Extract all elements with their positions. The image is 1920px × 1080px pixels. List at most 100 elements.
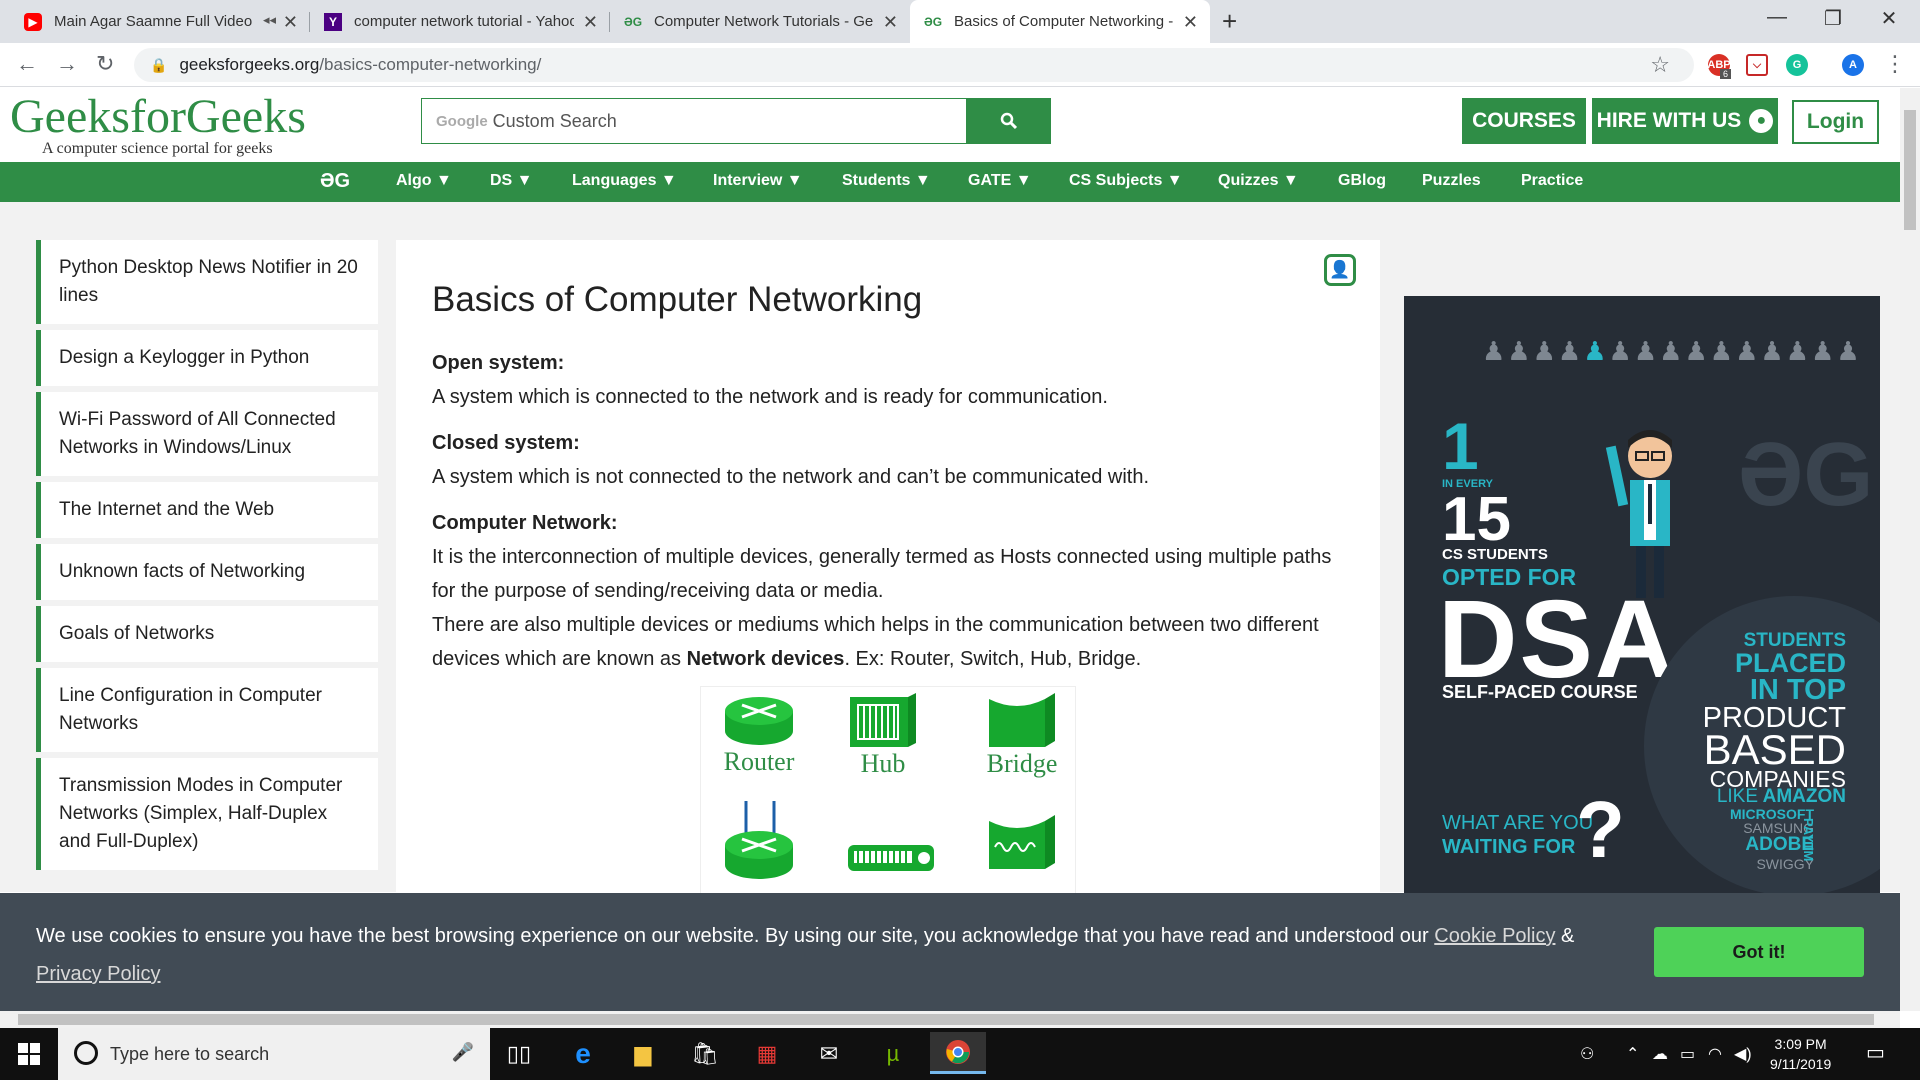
nav-item-cs-subjects[interactable]: CS Subjects ▼ — [1069, 172, 1183, 190]
profile-share-icon[interactable]: 👤 — [1324, 254, 1356, 286]
dsa-course-advert[interactable]: ♟♟♟♟♟♟♟♟♟♟♟♟♟♟♟ ƏG 1 IN EVERY 15 CS STUD… — [1404, 296, 1880, 896]
scroll-thumb[interactable] — [18, 1014, 1874, 1025]
url-host: geeksforgeeks.org — [179, 55, 320, 74]
utorrent-icon[interactable]: µ — [876, 1038, 910, 1070]
sidebar-item[interactable]: Wi-Fi Password of All Connected Networks… — [36, 392, 378, 476]
nav-item-puzzles[interactable]: Puzzles — [1422, 172, 1481, 190]
profile-avatar[interactable]: A — [1842, 54, 1864, 76]
sidebar-item[interactable]: Design a Keylogger in Python — [36, 330, 378, 386]
nav-item-interview[interactable]: Interview ▼ — [713, 172, 803, 190]
lock-icon: 🔒 — [150, 56, 168, 73]
notification-icon[interactable]: ▭ — [1866, 1040, 1885, 1065]
search-placeholder: Custom Search — [492, 110, 617, 131]
close-icon[interactable]: ✕ — [583, 12, 598, 33]
back-icon[interactable]: ← — [16, 51, 38, 77]
courses-button[interactable]: COURSES — [1462, 98, 1586, 144]
tab-title: computer network tutorial - Yahoo — [354, 13, 574, 30]
maximize-icon[interactable]: ❐ — [1808, 6, 1858, 31]
file-explorer-icon[interactable]: ▆ — [626, 1038, 660, 1070]
grammarly-icon[interactable]: G — [1786, 54, 1808, 76]
computer-network-heading: Computer Network: — [432, 512, 618, 534]
nav-item-algo[interactable]: Algo ▼ — [396, 172, 452, 190]
microphone-icon[interactable]: 🎤 — [452, 1042, 474, 1063]
mail-icon[interactable]: ✉ — [812, 1038, 846, 1070]
chevron-up-icon[interactable]: ⌃ — [1626, 1044, 1639, 1064]
switch-icon — [848, 845, 934, 871]
browser-menu-icon[interactable]: ⋮ — [1884, 51, 1906, 77]
windows-start-icon[interactable] — [0, 1028, 58, 1080]
gfg-icon: ƏG — [623, 14, 643, 29]
site-search-input[interactable]: Google Custom Search — [421, 98, 967, 144]
nav-item-quizzes[interactable]: Quizzes ▼ — [1218, 172, 1299, 190]
task-view-icon[interactable]: ▯▯ — [502, 1038, 536, 1070]
scroll-thumb[interactable] — [1904, 110, 1916, 230]
browser-tab[interactable]: ƏG Computer Network Tutorials - Ge ✕ — [610, 0, 910, 43]
router-figure: Router — [711, 693, 807, 777]
address-bar[interactable]: 🔒 geeksforgeeks.org/basics-computer-netw… — [134, 48, 1694, 82]
cookie-consent-bar: We use cookies to ensure you have the be… — [0, 893, 1900, 1011]
window-close-icon[interactable]: ✕ — [1864, 6, 1914, 31]
sidebar-item[interactable]: The Internet and the Web — [36, 482, 378, 538]
bookmark-star-icon[interactable]: ☆ — [1650, 52, 1670, 78]
wifi-icon[interactable]: ◠ — [1708, 1044, 1722, 1064]
onedrive-icon[interactable]: ☁ — [1652, 1044, 1668, 1064]
close-icon[interactable]: ✕ — [283, 12, 298, 33]
browser-tab-active[interactable]: ƏG Basics of Computer Networking - ✕ — [910, 0, 1210, 43]
nav-item-languages[interactable]: Languages ▼ — [572, 172, 677, 190]
sidebar-item[interactable]: Transmission Modes in Computer Networks … — [36, 758, 378, 870]
windows-taskbar: Type here to search 🎤 ▯▯ e ▆ 🛍 ▦ ✉ µ ⚇ ⌃… — [0, 1028, 1920, 1080]
minimize-icon[interactable]: — — [1752, 6, 1802, 29]
nav-logo-icon[interactable]: ƏG — [320, 170, 350, 193]
nav-item-ds[interactable]: DS ▼ — [490, 172, 533, 190]
search-button[interactable] — [966, 98, 1051, 144]
horizontal-scrollbar[interactable] — [0, 1011, 1900, 1028]
sidebar-item[interactable]: Goals of Networks — [36, 606, 378, 662]
nav-item-practice[interactable]: Practice — [1521, 172, 1583, 190]
ad-cs-students: CS STUDENTS — [1442, 546, 1548, 563]
people-icons: ♟♟♟♟♟♟♟♟♟♟♟♟♟♟♟ — [1482, 336, 1862, 366]
cookie-policy-link[interactable]: Cookie Policy — [1434, 925, 1555, 947]
browser-tab[interactable]: ▶ Main Agar Saamne Full Video ◂◂ ✕ — [10, 0, 310, 43]
closed-system-heading: Closed system: — [432, 432, 580, 454]
clock-time: 3:09 PM — [1774, 1036, 1827, 1052]
close-icon[interactable]: ✕ — [1183, 12, 1198, 33]
reload-icon[interactable]: ↻ — [96, 51, 114, 77]
sidebar-item[interactable]: Unknown facts of Networking — [36, 544, 378, 600]
nav-item-gate[interactable]: GATE ▼ — [968, 172, 1032, 190]
nav-item-gblog[interactable]: GBlog — [1338, 172, 1386, 190]
nav-item-students[interactable]: Students ▼ — [842, 172, 931, 190]
main-nav: ƏG Algo ▼ DS ▼ Languages ▼ Interview ▼ S… — [0, 162, 1900, 202]
vertical-scrollbar[interactable] — [1900, 88, 1920, 1011]
gift-icon[interactable]: ▦ — [750, 1038, 784, 1070]
browser-tab-strip: ▶ Main Agar Saamne Full Video ◂◂ ✕ Y com… — [0, 0, 1920, 43]
network-devices-text: There are also multiple devices or mediu… — [432, 614, 1319, 670]
privacy-policy-link[interactable]: Privacy Policy — [36, 963, 160, 985]
repeater-figure — [977, 811, 1067, 871]
taskbar-clock[interactable]: 3:09 PM 9/11/2019 — [1770, 1034, 1831, 1074]
adblock-count: 6 — [1720, 69, 1732, 79]
store-icon[interactable]: 🛍 — [688, 1038, 722, 1070]
site-logo[interactable]: GeeksforGeeks A computer science portal … — [10, 92, 306, 158]
forward-icon[interactable]: → — [56, 51, 78, 77]
sidebar-item[interactable]: Python Desktop News Notifier in 20 lines — [36, 240, 378, 324]
pocket-icon[interactable]: ⌵ — [1746, 54, 1768, 76]
speaker-icon[interactable]: ◂◂ — [263, 12, 276, 28]
cookie-text: We use cookies to ensure you have the be… — [36, 925, 1575, 985]
edge-icon[interactable]: e — [566, 1038, 600, 1070]
login-button[interactable]: Login — [1792, 100, 1879, 144]
battery-icon[interactable]: ▭ — [1680, 1044, 1695, 1064]
ad-number-one: 1 — [1442, 409, 1479, 483]
sidebar-item[interactable]: Line Configuration in Computer Networks — [36, 668, 378, 752]
browser-tab[interactable]: Y computer network tutorial - Yahoo ✕ — [310, 0, 610, 43]
people-icon[interactable]: ⚇ — [1580, 1044, 1594, 1064]
chrome-icon[interactable] — [930, 1032, 986, 1074]
hire-with-us-button[interactable]: HIRE WITH US ● — [1592, 98, 1778, 144]
volume-icon[interactable]: ◀) — [1734, 1044, 1752, 1064]
close-icon[interactable]: ✕ — [883, 12, 898, 33]
new-tab-icon[interactable]: + — [1222, 6, 1237, 37]
hire-label: HIRE WITH US — [1596, 109, 1742, 132]
switch-figure — [843, 841, 939, 873]
network-devices-term: Network devices — [686, 648, 845, 670]
taskbar-search-input[interactable]: Type here to search 🎤 — [58, 1028, 490, 1080]
cookie-accept-button[interactable]: Got it! — [1654, 927, 1864, 977]
